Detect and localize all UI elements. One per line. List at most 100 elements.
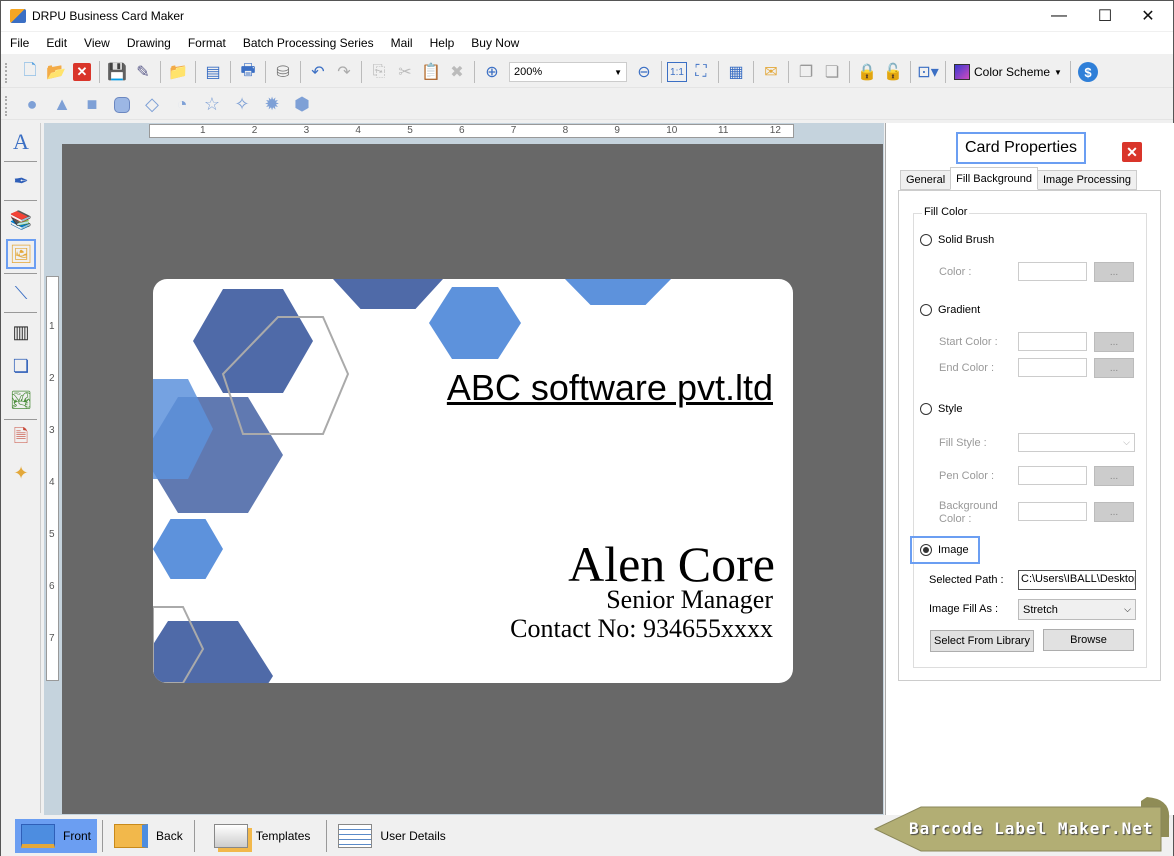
star-shape-icon[interactable]: ☆ [201,94,223,116]
zoom-select[interactable]: 200% ▼ [509,62,627,82]
bring-front-icon[interactable]: ❐ [794,60,818,84]
radio-icon [920,403,932,415]
user-details-tab[interactable]: User Details [332,819,451,853]
menu-mail[interactable]: Mail [391,36,413,50]
grid-icon[interactable]: ▦ [724,60,748,84]
diamond-shape-icon[interactable]: ◇ [141,94,163,116]
card-contact[interactable]: Contact No: 934655xxxx [510,614,773,644]
menu-edit[interactable]: Edit [46,36,67,50]
separator [661,61,662,83]
menu-help[interactable]: Help [430,36,455,50]
gradient-radio[interactable]: Gradient [920,304,980,316]
solid-brush-radio[interactable]: Solid Brush [920,234,994,246]
browse-button[interactable]: Browse [1043,629,1134,651]
close-button[interactable]: ✕ [1125,1,1171,31]
close-file-icon[interactable]: ✕ [70,60,94,84]
business-card[interactable]: ABC software pvt.ltd Alen Core Senior Ma… [153,279,793,683]
color-scheme-button[interactable]: Color Scheme ▼ [954,64,1062,80]
menu-drawing[interactable]: Drawing [127,36,171,50]
circle-shape-icon[interactable]: ● [21,94,43,116]
triangle-shape-icon[interactable]: ▲ [51,94,73,116]
cut-icon[interactable]: ✂ [393,60,417,84]
open-icon[interactable]: 📂 [44,60,68,84]
send-back-icon[interactable]: ❏ [820,60,844,84]
picture-tool-icon[interactable]: 🏞 [6,385,36,415]
separator [4,273,37,274]
back-tab[interactable]: Back [108,819,189,853]
paste-icon[interactable]: 📋 [419,60,443,84]
menu-view[interactable]: View [84,36,110,50]
unlock-icon[interactable]: 🔓 [881,60,905,84]
close-properties-button[interactable]: ✕ [1122,142,1142,162]
actual-size-icon[interactable]: 1:1 [667,62,687,82]
page-setup-icon[interactable]: ▤ [201,60,225,84]
buy-icon[interactable]: $ [1076,60,1100,84]
ruler-tick-label: 5 [49,529,55,540]
arc-shape-icon[interactable]: ◔ [171,94,193,116]
menu-format[interactable]: Format [188,36,226,50]
tab-image-processing[interactable]: Image Processing [1036,170,1138,190]
new-icon[interactable]: 🗋 [18,60,42,84]
color-scheme-icon [954,64,970,80]
tab-fill-background[interactable]: Fill Background [950,167,1038,190]
image-fill-select[interactable]: Stretch ⌵ [1018,599,1136,620]
fit-window-icon[interactable]: ⛶ [689,60,713,84]
pen-color-field [1018,466,1087,485]
copy-icon[interactable]: ⎘ [367,60,391,84]
text-tool-icon[interactable]: A [6,127,36,157]
image-radio[interactable]: Image [920,544,969,556]
library-tool-icon[interactable]: 📚 [6,205,36,235]
separator [753,61,754,83]
watermark-tool-icon[interactable]: ❏ [6,351,36,381]
barcode-tool-icon[interactable]: ▥ [6,317,36,347]
toolbar-grip[interactable] [5,96,8,116]
back-label: Back [156,829,183,843]
zoom-out-icon[interactable]: ⊖ [632,60,656,84]
select-from-library-button[interactable]: Select From Library [930,630,1034,652]
save-as-icon[interactable]: ✎ [131,60,155,84]
tab-general[interactable]: General [900,170,952,190]
rectangle-shape-icon[interactable]: ■ [81,94,103,116]
burst-shape-icon[interactable]: ✹ [261,94,283,116]
brand-banner: Barcode Label Maker.Net [871,789,1173,853]
lock-icon[interactable]: 🔒 [855,60,879,84]
user-details-label: User Details [380,829,446,843]
zoom-in-icon[interactable]: ⊕ [480,60,504,84]
card-designation[interactable]: Senior Manager [606,585,773,615]
start-color-field [1018,332,1087,351]
front-tab[interactable]: Front [15,819,98,853]
menu-buy-now[interactable]: Buy Now [471,36,519,50]
email-icon[interactable]: ✉ [759,60,783,84]
separator [474,61,475,83]
save-icon[interactable]: 💾 [105,60,129,84]
database-icon[interactable]: ⛁ [271,60,295,84]
menu-batch-processing[interactable]: Batch Processing Series [243,36,374,50]
four-point-star-shape-icon[interactable]: ✧ [231,94,253,116]
templates-tab[interactable]: Templates [208,819,317,853]
image-tool-icon[interactable]: 🖼 [6,239,36,269]
print-icon[interactable]: 🖶 [236,60,260,84]
shapes-toolbar: ● ▲ ■ ◇ ◔ ☆ ✧ ✹ ⬢ [1,90,1173,120]
style-radio[interactable]: Style [920,403,962,415]
card-company-name[interactable]: ABC software pvt.ltd [447,367,773,409]
delete-icon[interactable]: ✖ [445,60,469,84]
menu-file[interactable]: File [10,36,29,50]
undo-icon[interactable]: ↶ [306,60,330,84]
word-art-tool-icon[interactable]: 🗎 [6,424,36,454]
background-color-button: ... [1094,502,1134,522]
minimize-button[interactable]: — [1036,1,1082,31]
polygon-shape-icon[interactable]: ⬢ [291,94,313,116]
selected-path-input[interactable]: C:\Users\IBALL\Desktop [1018,570,1136,590]
maximize-button[interactable]: ☐ [1082,1,1128,31]
redo-icon[interactable]: ↷ [332,60,356,84]
pen-color-button: ... [1094,466,1134,486]
symbol-tool-icon[interactable]: ✦ [6,458,36,488]
ruler-tick-label: 9 [614,125,620,136]
signature-tool-icon[interactable]: ✒ [6,166,36,196]
close-icon: ✕ [1126,143,1138,160]
align-icon[interactable]: ⊡▾ [916,60,940,84]
open-folder-icon[interactable]: 📁 [166,60,190,84]
rounded-rectangle-shape-icon[interactable] [111,94,133,116]
toolbar-grip[interactable] [5,63,8,83]
line-tool-icon[interactable]: ⟍ [6,278,36,308]
